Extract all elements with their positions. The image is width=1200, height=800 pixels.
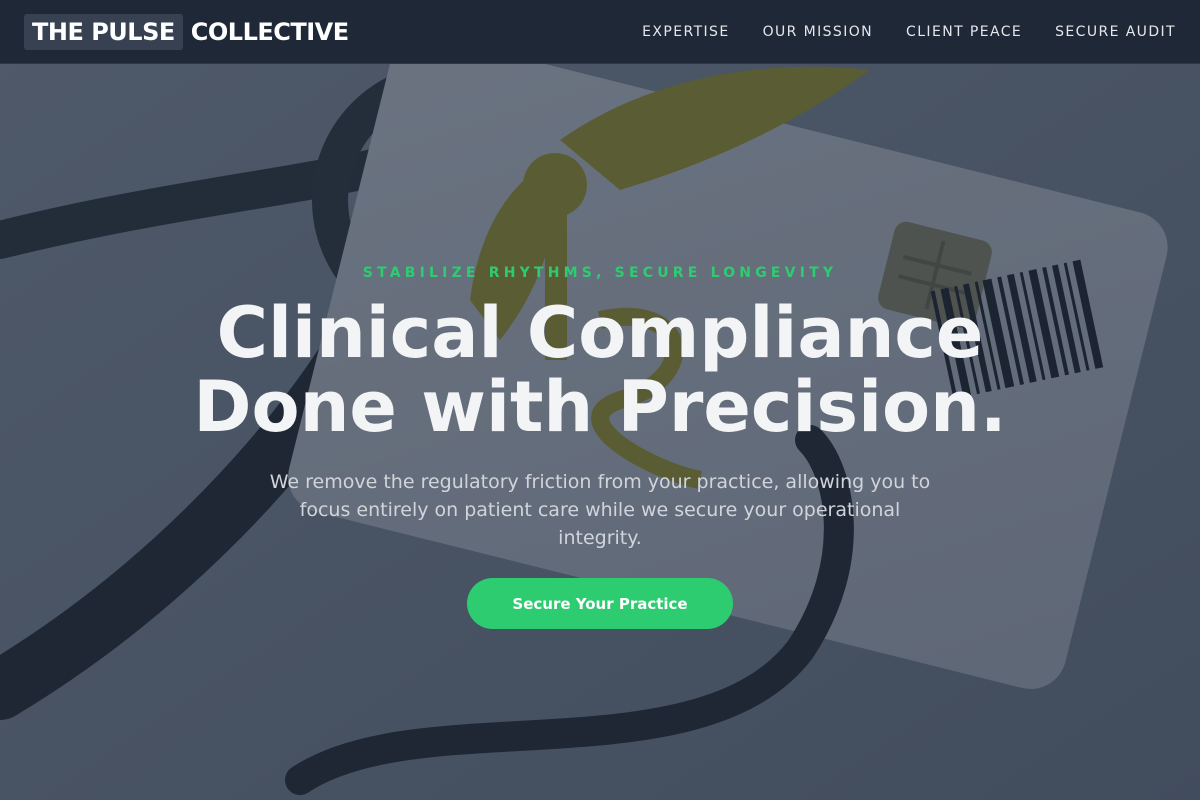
- hero-headline-line-1: Clinical Compliance: [216, 292, 984, 374]
- hero-eyebrow: STABILIZE RHYTHMS, SECURE LONGEVITY: [362, 265, 838, 281]
- hero-headline: Clinical Compliance Done with Precision.: [0, 296, 1200, 444]
- secure-your-practice-button[interactable]: Secure Your Practice: [467, 578, 733, 629]
- hero-headline-line-2: Done with Precision.: [193, 366, 1007, 448]
- hero-subtext: We remove the regulatory friction from y…: [269, 471, 931, 549]
- hero-section: STABILIZE RHYTHMS, SECURE LONGEVITY Clin…: [0, 0, 1200, 800]
